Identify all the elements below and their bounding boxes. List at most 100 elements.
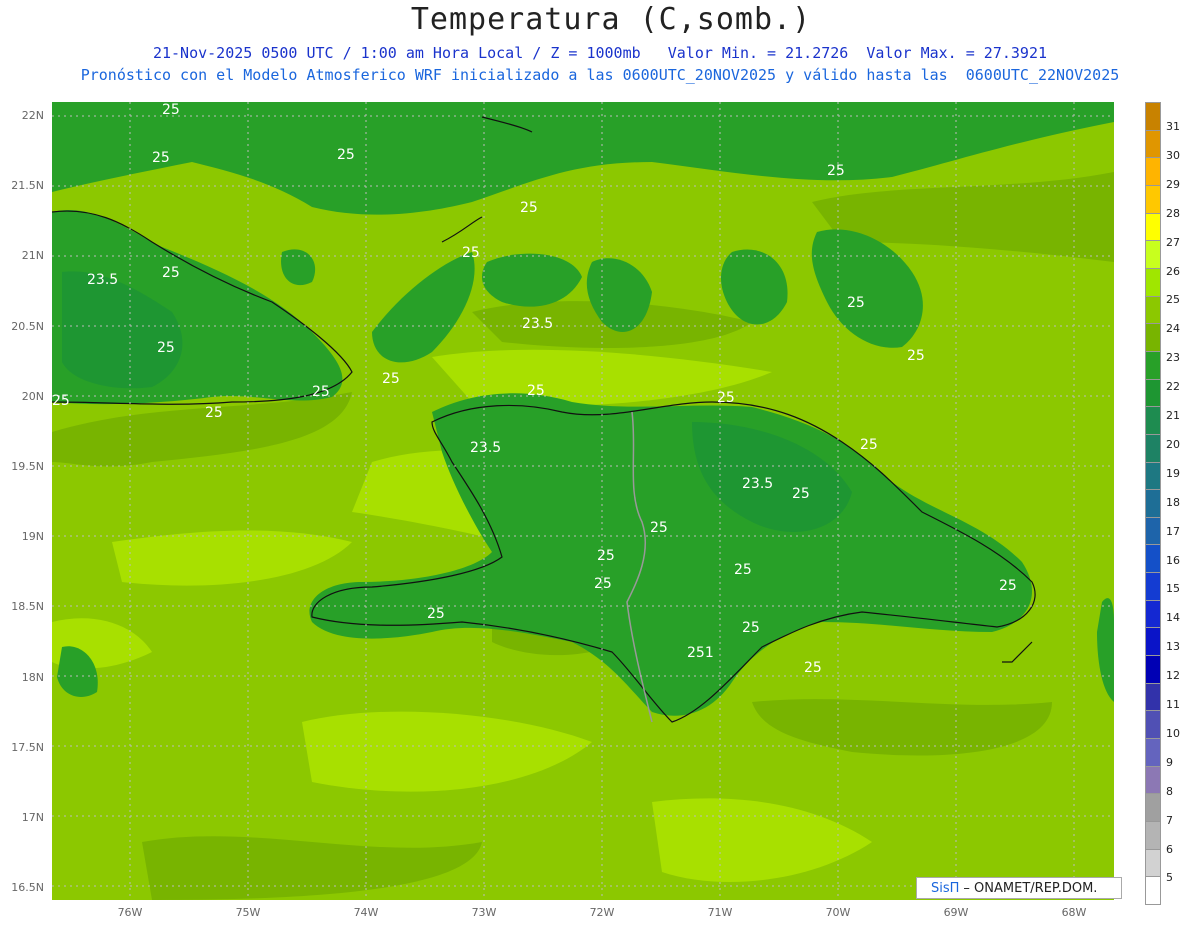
- colorbar-swatch: [1145, 876, 1161, 905]
- colorbar-label: 5: [1166, 871, 1173, 885]
- lat-label: 22N: [21, 109, 44, 122]
- lat-label: 17.5N: [11, 740, 44, 754]
- colorbar-label: 22: [1166, 380, 1180, 394]
- colorbar-swatch: [1145, 157, 1161, 186]
- lon-label: 74W: [353, 906, 379, 919]
- colorbar-swatch: [1145, 710, 1161, 740]
- colorbar-swatch: [1145, 350, 1161, 380]
- lat-label: 21N: [21, 249, 44, 263]
- colorbar-label: 31: [1166, 120, 1180, 133]
- colorbar-label: 28: [1166, 206, 1180, 220]
- colorbar-swatch: [1145, 295, 1161, 325]
- colorbar-swatch: [1145, 406, 1161, 435]
- contour-label: 25: [462, 245, 480, 261]
- colorbar-label: 30: [1166, 148, 1180, 162]
- lat-label: 18.5N: [11, 600, 44, 614]
- contour-label: 25: [742, 620, 760, 636]
- colorbar-swatch: [1145, 682, 1161, 712]
- lat-label: 21.5N: [11, 179, 44, 193]
- contour-label: 25: [382, 371, 400, 387]
- colorbar-swatch: [1145, 572, 1161, 601]
- contour-label: 25: [792, 486, 810, 502]
- colorbar-label: 13: [1166, 640, 1180, 654]
- colorbar-label: 24: [1166, 322, 1180, 336]
- contour-label: 25: [999, 578, 1017, 594]
- colorbar-label: 12: [1166, 669, 1180, 683]
- contour-label: 23.5: [470, 440, 501, 456]
- map-title: Temperatura (C,somb.): [410, 2, 812, 37]
- lat-label: 19N: [21, 530, 44, 544]
- contour-label: 25: [734, 562, 752, 578]
- colorbar-label: 26: [1166, 264, 1180, 278]
- colorbar-label: 29: [1166, 177, 1180, 191]
- colorbar-label: 21: [1166, 409, 1180, 422]
- lon-label: 73W: [471, 906, 497, 919]
- colorbar-label: 6: [1166, 842, 1173, 856]
- contour-label: 25: [907, 348, 925, 364]
- colorbar-swatch: [1145, 323, 1161, 352]
- subtitle-model-info: Pronóstico con el Modelo Atmosferico WRF…: [80, 66, 1120, 84]
- colorbar-label: 25: [1166, 293, 1180, 307]
- colorbar-swatch: [1145, 738, 1161, 767]
- credit-box: SisΠ – ONAMET/REP.DOM.: [916, 877, 1122, 899]
- contour-label: 25: [827, 163, 845, 179]
- lat-label: 20N: [21, 389, 44, 403]
- colorbar-label: 20: [1166, 437, 1180, 451]
- colorbar-swatch: [1145, 821, 1161, 850]
- contour-label: 23.5: [742, 476, 773, 492]
- colorbar-swatch: [1145, 267, 1161, 297]
- colorbar-label: 19: [1166, 466, 1180, 480]
- lon-label: 69W: [943, 906, 969, 919]
- colorbar-label: 8: [1166, 784, 1173, 798]
- colorbar-swatch: [1145, 516, 1161, 546]
- contour-label: 25: [597, 548, 615, 564]
- colorbar-label: 17: [1166, 524, 1180, 538]
- contour-label: 25: [650, 520, 668, 536]
- colorbar-label: 16: [1166, 553, 1180, 567]
- colorbar-swatch: [1145, 461, 1161, 491]
- lat-label: 19.5N: [11, 460, 44, 473]
- lat-label: 16.5N: [11, 881, 44, 895]
- contour-label: 25: [205, 405, 223, 421]
- lon-label: 70W: [825, 906, 851, 919]
- colorbar-swatch: [1145, 655, 1161, 684]
- contour-label: 25: [162, 265, 180, 281]
- subtitle-date-values: 21-Nov-2025 0500 UTC / 1:00 am Hora Loca…: [152, 44, 1048, 62]
- contour-label: 25: [520, 200, 538, 216]
- lon-label: 71W: [707, 906, 733, 919]
- contour-label: 25: [804, 660, 822, 676]
- colorbar-label: 10: [1166, 726, 1180, 740]
- credit-text: – ONAMET/REP.DOM.: [963, 880, 1098, 896]
- colorbar-swatch: [1145, 433, 1161, 463]
- colorbar-swatch: [1145, 240, 1161, 269]
- colorbar-swatch: [1145, 184, 1161, 214]
- colorbar-label: 7: [1166, 813, 1173, 827]
- contour-label: 25: [337, 147, 355, 163]
- contour-label: 25: [847, 295, 865, 311]
- colorbar-label: 9: [1166, 755, 1173, 769]
- contour-label: 25: [162, 102, 180, 118]
- colorbar-label: 23: [1166, 351, 1180, 365]
- colorbar-swatch: [1145, 848, 1161, 878]
- colorbar-label: 27: [1166, 235, 1180, 249]
- contour-label: 25: [157, 340, 175, 356]
- contour-label: 23.5: [87, 272, 118, 288]
- contour-label: 25: [594, 576, 612, 592]
- colorbar-swatch: [1145, 102, 1161, 131]
- contour-label: 25: [52, 393, 70, 409]
- lat-label: 18N: [21, 670, 44, 684]
- colorbar-swatch: [1145, 627, 1161, 657]
- contour-label: 25: [427, 606, 445, 622]
- colorbar-swatch: [1145, 599, 1161, 629]
- colorbar-label: 15: [1166, 582, 1180, 596]
- sispi-brand: SisΠ: [931, 880, 960, 896]
- temperature-map: 25 25 25 25 25 25 23.5 25 23.5 25 25 25 25 25 25 25 25 25…: [52, 102, 1114, 900]
- lon-label: 76W: [117, 906, 143, 919]
- contour-label: 25: [527, 383, 545, 399]
- lon-label: 72W: [589, 906, 615, 919]
- contour-label: 25: [717, 390, 735, 406]
- lat-label: 17N: [21, 811, 44, 824]
- contour-label: 251: [687, 645, 714, 661]
- colorbar-label: 14: [1166, 611, 1180, 625]
- colorbar-label: 11: [1166, 698, 1180, 711]
